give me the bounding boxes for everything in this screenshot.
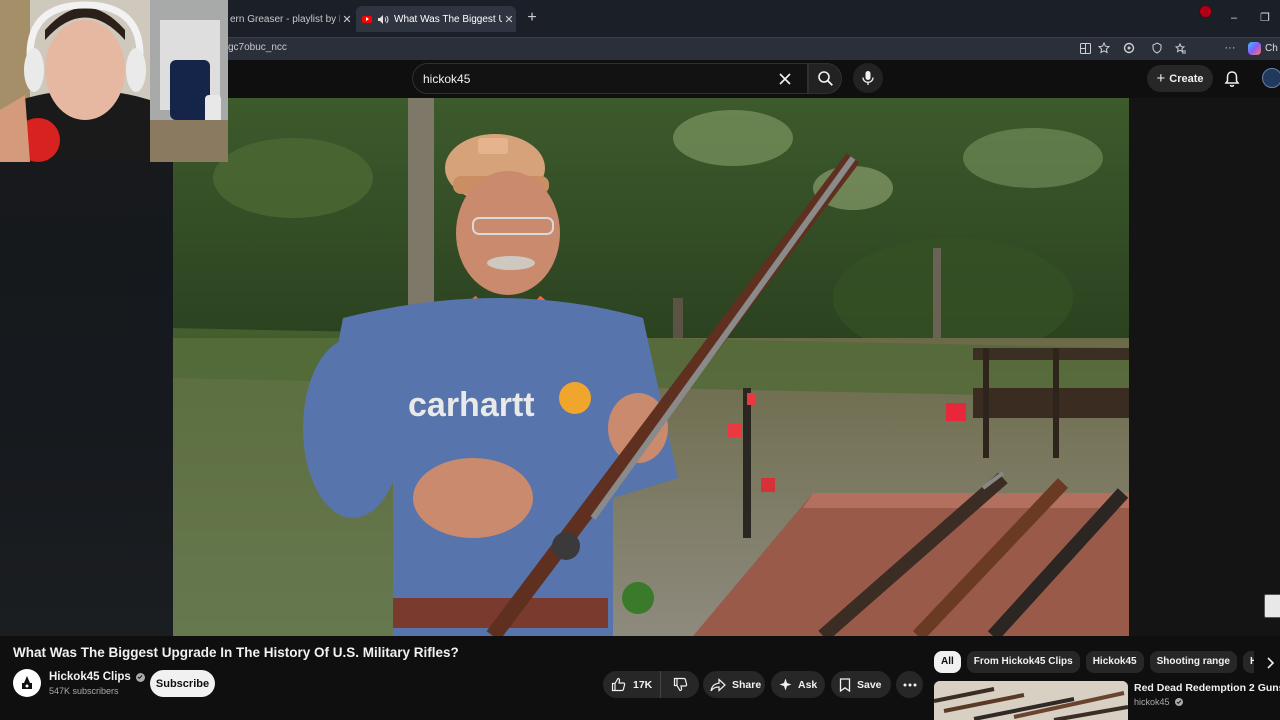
close-icon[interactable]: ✕	[340, 13, 354, 26]
create-label: Create	[1169, 72, 1204, 85]
account-avatar[interactable]	[1262, 68, 1280, 88]
channel-name[interactable]: Hickok45 Clips	[49, 671, 145, 683]
collections-icon[interactable]	[1173, 40, 1189, 56]
search-icon	[817, 71, 833, 86]
chevron-right-icon[interactable]	[1262, 655, 1278, 671]
video-frame: carhartt	[173, 98, 1129, 636]
chip-shooting-range[interactable]: Shooting range	[1149, 651, 1237, 673]
thumbs-down-icon	[673, 677, 687, 692]
profile-avatar[interactable]	[1199, 5, 1212, 18]
video-player[interactable]: carhartt	[173, 98, 1129, 636]
recommended-channel-name: hickok45	[1134, 697, 1170, 707]
extension-icon[interactable]	[1121, 40, 1137, 56]
thumbs-up-icon	[611, 677, 626, 692]
split-screen-icon[interactable]	[1077, 40, 1093, 56]
tab-current-video[interactable]: What Was The Biggest Upgra ✕	[356, 6, 516, 32]
copilot-label: Ch	[1265, 43, 1278, 54]
more-actions-button[interactable]	[896, 671, 923, 698]
microphone-icon	[862, 71, 874, 85]
close-icon[interactable]: ✕	[502, 13, 516, 26]
sparkle-icon	[779, 678, 792, 691]
search-input[interactable]: hickok45	[412, 63, 808, 94]
ask-label: Ask	[798, 678, 818, 691]
plus-icon: +	[1156, 70, 1166, 87]
recommended-video-thumbnail[interactable]	[934, 681, 1128, 720]
recommendation-filter-chips: All From Hickok45 Clips Hickok45 Shooting r…	[934, 651, 1254, 675]
voice-search-button[interactable]	[853, 63, 883, 93]
like-count: 17K	[633, 678, 653, 691]
share-button[interactable]: Share	[703, 671, 765, 698]
chip-from-channel[interactable]: From Hickok45 Clips	[966, 651, 1080, 673]
player-letterbox-right	[1129, 98, 1280, 636]
channel-logo-icon	[22, 676, 32, 689]
like-button[interactable]: 17K	[603, 671, 661, 698]
share-label: Share	[732, 678, 762, 691]
tab-playlist[interactable]: ern Greaser - playlist by Rich ✕	[228, 6, 354, 32]
verified-check-icon	[135, 672, 145, 682]
channel-avatar[interactable]	[13, 669, 41, 697]
webcam-overlay	[0, 0, 228, 162]
player-corner-button[interactable]	[1264, 594, 1280, 618]
subscribe-button[interactable]: Subscribe	[150, 670, 215, 697]
speaker-icon[interactable]	[377, 14, 389, 25]
share-arrow-icon	[710, 677, 726, 692]
save-button[interactable]: Save	[831, 671, 891, 698]
save-label: Save	[857, 678, 882, 691]
chip-all[interactable]: All	[934, 651, 961, 673]
ask-button[interactable]: Ask	[771, 671, 825, 698]
channel-name-label: Hickok45 Clips	[49, 671, 131, 683]
video-title: What Was The Biggest Upgrade In The Hist…	[13, 645, 459, 660]
notifications-bell-icon[interactable]	[1222, 69, 1242, 89]
browser-essentials-icon[interactable]	[1149, 40, 1165, 56]
youtube-favicon-icon	[362, 15, 372, 23]
tab-current-video-label: What Was The Biggest Upgra	[394, 13, 502, 25]
favorite-star-icon[interactable]	[1096, 40, 1112, 56]
recommended-video-title[interactable]: Red Dead Redemption 2 Guns	[1134, 682, 1280, 694]
more-horizontal-icon	[903, 683, 916, 686]
create-button[interactable]: + Create	[1147, 65, 1213, 92]
restore-button[interactable]: ❐	[1257, 10, 1273, 26]
search-button[interactable]	[808, 63, 842, 94]
thumbnail-image	[934, 681, 1128, 720]
more-menu-icon[interactable]: ···	[1222, 40, 1238, 56]
chip-hickok45[interactable]: Hickok45	[1085, 651, 1144, 673]
recommended-video-channel[interactable]: hickok45	[1134, 697, 1183, 707]
dislike-button[interactable]	[661, 677, 699, 692]
search-query: hickok45	[423, 72, 471, 86]
webcam-feed	[0, 0, 228, 162]
tab-playlist-label: ern Greaser - playlist by Rich	[230, 13, 340, 25]
player-letterbox-left	[0, 98, 173, 636]
like-dislike-group: 17K	[603, 671, 699, 698]
subscriber-count: 547K subscribers	[49, 686, 119, 696]
verified-check-icon	[1174, 698, 1183, 706]
copilot-icon	[1248, 42, 1261, 55]
url-text[interactable]: gc7obuc_ncc	[228, 42, 287, 53]
chip-history[interactable]: His	[1242, 651, 1254, 673]
minimize-button[interactable]: –	[1226, 10, 1242, 26]
copilot-button[interactable]: Ch	[1248, 40, 1280, 57]
new-tab-button[interactable]: +	[524, 9, 540, 27]
shirt-logo-text: carhartt	[408, 386, 535, 424]
bookmark-icon	[839, 677, 851, 692]
clear-search-icon[interactable]	[775, 70, 795, 88]
